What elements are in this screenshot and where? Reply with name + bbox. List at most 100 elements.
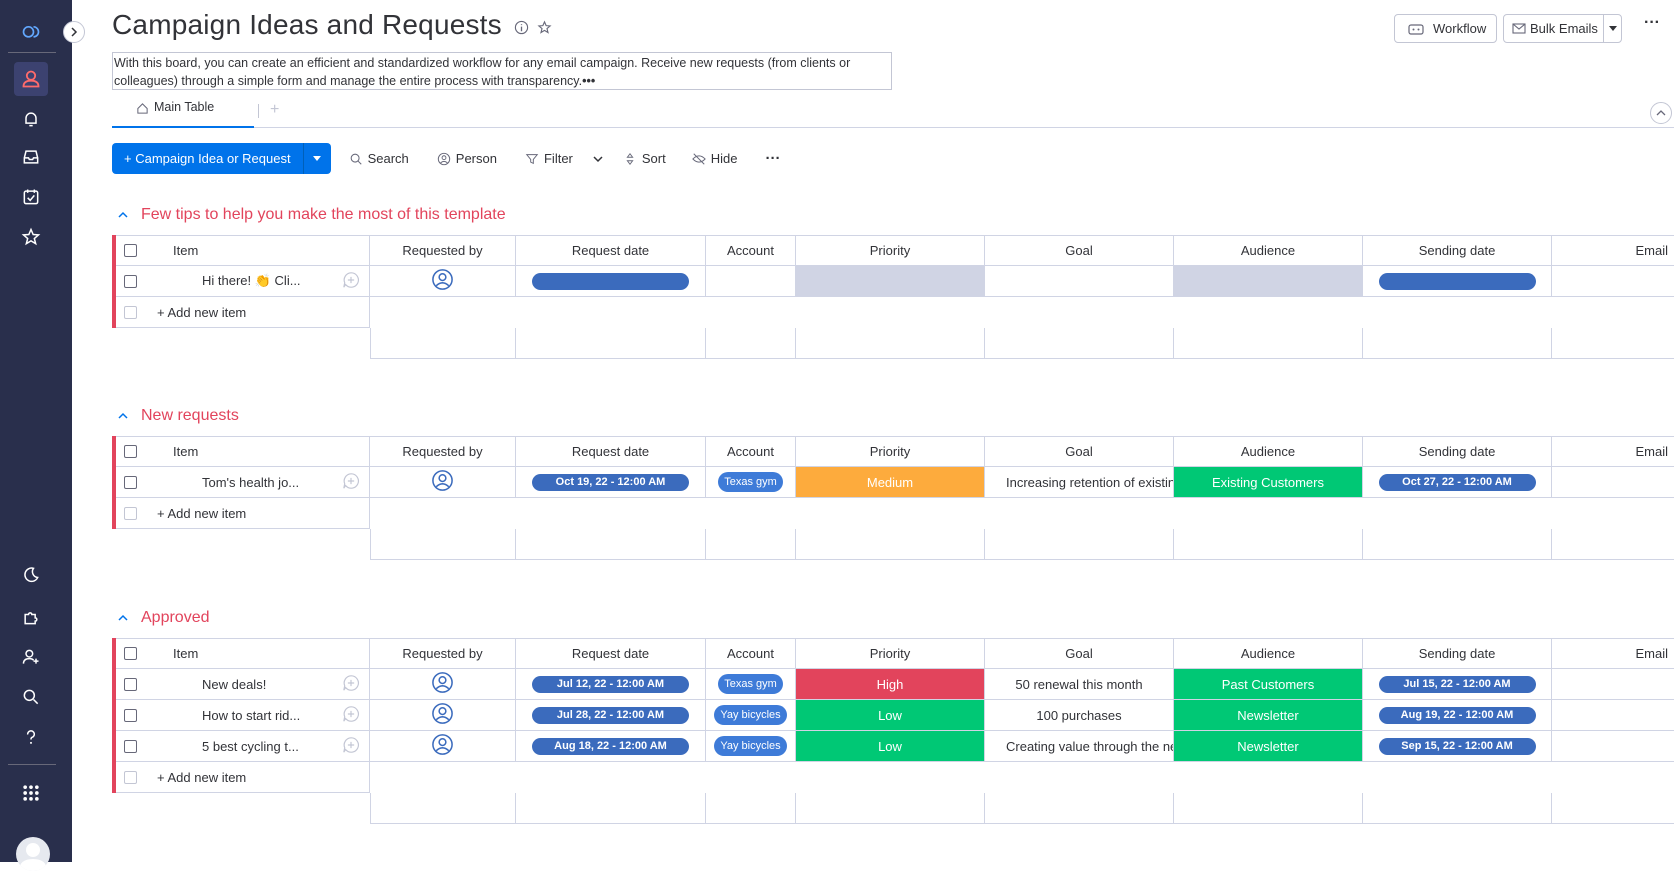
cell-sending-date[interactable]: Aug 19, 22 - 12:00 AM <box>1363 700 1552 731</box>
sending-date-pill[interactable]: Aug 19, 22 - 12:00 AM <box>1378 706 1536 724</box>
cell-sending-date[interactable]: Oct 27, 22 - 12:00 AM <box>1363 467 1552 498</box>
group-collapse-chevron-icon[interactable] <box>117 410 129 422</box>
cell-conv[interactable] <box>333 266 370 297</box>
cell-audience[interactable]: Past Customers <box>1174 669 1363 700</box>
column-header-item[interactable]: Item <box>145 235 370 266</box>
cell-email[interactable] <box>1552 266 1674 297</box>
request-date-pill[interactable]: Jul 12, 22 - 12:00 AM <box>532 675 689 693</box>
dark-mode-moon-icon[interactable] <box>14 558 48 592</box>
cell-item[interactable]: Tom's health jo... <box>145 467 333 498</box>
inbox-icon[interactable] <box>14 140 48 174</box>
cell-email[interactable] <box>1552 669 1674 700</box>
cell-goal[interactable]: 50 renewal this month <box>985 669 1174 700</box>
cell-item[interactable]: 5 best cycling t... <box>145 731 333 762</box>
cell-priority[interactable]: Medium <box>796 467 985 498</box>
cell-audience[interactable]: Newsletter <box>1174 731 1363 762</box>
cell-account[interactable]: Texas gym <box>706 669 796 700</box>
sending-date-pill[interactable]: Oct 27, 22 - 12:00 AM <box>1378 473 1536 491</box>
cell-goal[interactable]: 100 purchases <box>985 700 1174 731</box>
cell-priority[interactable]: Low <box>796 731 985 762</box>
add-item-input[interactable]: + Add new item <box>145 762 370 793</box>
person-avatar-icon[interactable] <box>431 671 454 697</box>
column-header-priority[interactable]: Priority <box>796 235 985 266</box>
column-header-requested-by[interactable]: Requested by <box>370 638 516 669</box>
board-title[interactable]: Campaign Ideas and Requests <box>112 9 502 41</box>
cell-requested-by[interactable] <box>370 700 516 731</box>
column-header-request-date[interactable]: Request date <box>516 638 706 669</box>
column-header-account[interactable]: Account <box>706 436 796 467</box>
collapse-header-icon[interactable] <box>1650 102 1672 124</box>
row-checkbox[interactable] <box>124 274 137 288</box>
cell-goal[interactable] <box>985 266 1174 297</box>
column-header-account[interactable]: Account <box>706 638 796 669</box>
add-view-button[interactable]: + <box>270 101 279 119</box>
bulk-emails-button[interactable]: Bulk Emails <box>1503 14 1622 43</box>
column-header-audience[interactable]: Audience <box>1174 436 1363 467</box>
account-tag[interactable]: Yay bicycles <box>714 736 787 756</box>
add-item-input[interactable]: + Add new item <box>145 297 370 328</box>
group-title[interactable]: Few tips to help you make the most of th… <box>141 206 506 224</box>
search-button[interactable]: Search <box>349 143 409 174</box>
group-collapse-chevron-icon[interactable] <box>117 209 129 221</box>
notifications-bell-icon[interactable] <box>14 102 48 136</box>
sending-date-pill[interactable]: Sep 15, 22 - 12:00 AM <box>1378 737 1536 755</box>
apps-grid-icon[interactable] <box>14 776 48 810</box>
column-header-requested-by[interactable]: Requested by <box>370 436 516 467</box>
invite-members-icon[interactable] <box>14 640 48 674</box>
request-date-pill[interactable]: Oct 19, 22 - 12:00 AM <box>532 473 689 491</box>
group-title[interactable]: New requests <box>141 407 239 425</box>
select-all-checkbox[interactable] <box>124 244 137 257</box>
cell-sending-date[interactable] <box>1363 266 1552 297</box>
cell-email[interactable] <box>1552 700 1674 731</box>
column-header-goal[interactable]: Goal <box>985 235 1174 266</box>
group-title[interactable]: Approved <box>141 609 210 627</box>
cell-priority[interactable] <box>796 266 985 297</box>
sending-date-pill[interactable]: Jul 15, 22 - 12:00 AM <box>1378 675 1536 693</box>
description-more[interactable]: ••• <box>582 74 595 88</box>
row-checkbox[interactable] <box>124 708 137 722</box>
monday-logo-icon[interactable] <box>14 14 48 48</box>
toolbar-more-button[interactable]: ··· <box>765 143 780 174</box>
my-work-calendar-icon[interactable] <box>14 180 48 214</box>
cell-request-date[interactable]: Oct 19, 22 - 12:00 AM <box>516 467 706 498</box>
filter-dropdown-chevron-icon[interactable] <box>591 143 605 174</box>
column-header-sending-date[interactable]: Sending date <box>1363 235 1552 266</box>
cell-conv[interactable] <box>333 467 370 498</box>
column-header-requested-by[interactable]: Requested by <box>370 235 516 266</box>
cell-account[interactable]: Texas gym <box>706 467 796 498</box>
select-all-checkbox[interactable] <box>124 647 137 660</box>
favorite-star-icon[interactable] <box>537 20 552 35</box>
bulk-emails-dropdown-icon[interactable] <box>1603 14 1621 43</box>
column-header-email[interactable]: Email <box>1552 235 1674 266</box>
cell-priority[interactable]: High <box>796 669 985 700</box>
row-checkbox[interactable] <box>124 677 137 691</box>
tab-main-table[interactable]: Main Table <box>112 100 254 128</box>
cell-item[interactable]: How to start rid... <box>145 700 333 731</box>
cell-request-date[interactable]: Jul 12, 22 - 12:00 AM <box>516 669 706 700</box>
sidebar-expand-chevron-icon[interactable] <box>63 21 85 43</box>
add-item-input[interactable]: + Add new item <box>145 498 370 529</box>
column-header-goal[interactable]: Goal <box>985 436 1174 467</box>
cell-requested-by[interactable] <box>370 731 516 762</box>
cell-request-date[interactable]: Aug 18, 22 - 12:00 AM <box>516 731 706 762</box>
column-header-audience[interactable]: Audience <box>1174 235 1363 266</box>
row-checkbox[interactable] <box>124 475 137 489</box>
column-header-request-date[interactable]: Request date <box>516 436 706 467</box>
user-avatar[interactable] <box>16 837 50 871</box>
row-checkbox[interactable] <box>124 739 137 753</box>
person-avatar-icon[interactable] <box>431 733 454 759</box>
request-date-pill[interactable] <box>532 272 689 290</box>
cell-goal[interactable]: Increasing retention of existing <box>985 467 1174 498</box>
cell-conv[interactable] <box>333 731 370 762</box>
column-header-item[interactable]: Item <box>145 436 370 467</box>
cell-item[interactable]: New deals! <box>145 669 333 700</box>
cell-item[interactable]: Hi there! 👏 Cli... <box>145 266 333 297</box>
cell-email[interactable] <box>1552 467 1674 498</box>
apps-puzzle-icon[interactable] <box>14 600 48 634</box>
cell-goal[interactable]: Creating value through the ne <box>985 731 1174 762</box>
column-header-priority[interactable]: Priority <box>796 436 985 467</box>
column-header-audience[interactable]: Audience <box>1174 638 1363 669</box>
person-avatar-icon[interactable] <box>431 469 454 495</box>
new-item-dropdown-icon[interactable] <box>302 143 331 174</box>
cell-account[interactable]: Yay bicycles <box>706 700 796 731</box>
